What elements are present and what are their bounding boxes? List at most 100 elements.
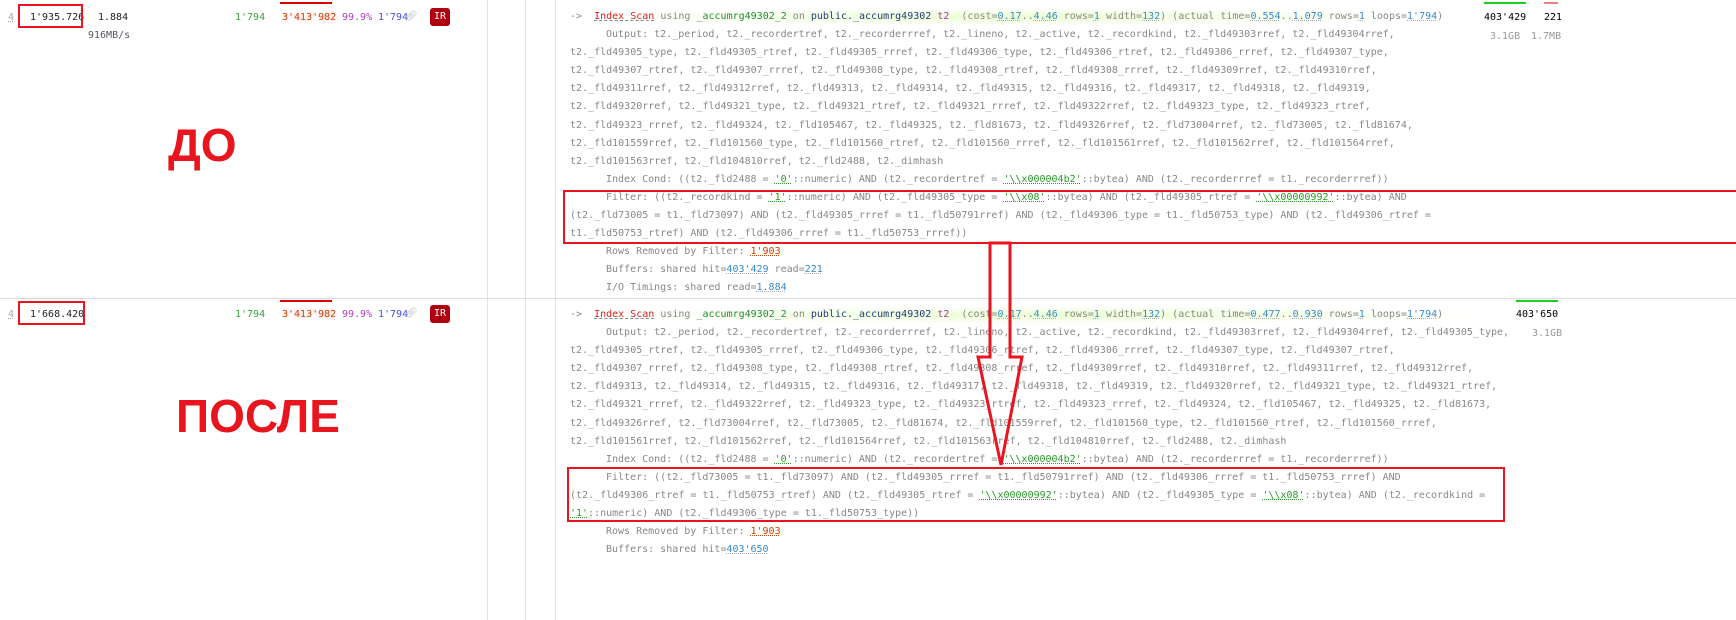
plan-num-token[interactable]: 1.884: [757, 282, 787, 293]
plan-text-token: ::bytea) AND (t2._recorderrref = t1._rec…: [1081, 173, 1389, 185]
plan-num-token[interactable]: 221: [805, 264, 823, 275]
plan-text-token: ): [1437, 11, 1444, 22]
read-bar: [1544, 2, 1558, 4]
plan-detail-line: t2._fld101563rref, t2._fld104810rref, t2…: [570, 153, 1443, 171]
plan-redn-token[interactable]: 1'903: [751, 526, 781, 537]
plan-detail-line: t2._fld49305_type, t2._fld49305_rtref, t…: [570, 44, 1443, 62]
io-rate: 916MB/s: [88, 30, 131, 41]
plan-lit-token[interactable]: '0': [775, 454, 793, 465]
plan-text-token: rows=: [1322, 309, 1359, 320]
plan-text-token: t2._fld49323_rrref, t2._fld49324, t2._fl…: [570, 119, 1413, 131]
plan-text-token: I/O Timings: shared read=: [606, 282, 757, 294]
plan-detail-line: t2._fld49311rref, t2._fld49312rref, t2._…: [570, 80, 1443, 98]
plan-text-token: ..: [1280, 11, 1293, 22]
plan-text-token: rows=: [1322, 11, 1359, 22]
plan-lit-token[interactable]: '0': [775, 174, 793, 185]
plan-text-token: t2._fld101561rref, t2._fld101562rref, t2…: [570, 435, 1287, 447]
plan-num-token[interactable]: 1'794: [1407, 11, 1437, 22]
plan-node-header: -> Index Scan using _accumrg49302_2 on p…: [570, 8, 1444, 27]
index-scan-badge: IR: [430, 8, 450, 26]
row-number[interactable]: 4: [8, 12, 14, 23]
plan-text-token: ): [1437, 309, 1444, 320]
highlight-box: [18, 4, 83, 28]
plan-text-token: Index Cond: ((t2._fld2488 =: [606, 453, 775, 465]
plan-text-token: t2._fld101559rref, t2._fld101560_type, t…: [570, 137, 1395, 149]
plan-text-token: Buffers: shared hit=: [606, 264, 727, 276]
plan-text-token: Output: t2._period, t2._recordertref, t2…: [606, 327, 1510, 339]
loops: 1'794: [235, 309, 266, 320]
plan-text-token: t2._fld49307_rtref, t2._fld49307_rrref, …: [570, 65, 1377, 77]
plan-text-token: ..: [1280, 309, 1293, 320]
plan-detail-line: Rows Removed by Filter: 1'903: [570, 523, 1509, 541]
plan-node-after[interactable]: 4 1'668.420 1'794 3'413'982 99.9% 1'794 …: [0, 299, 1736, 620]
percent: 99.9%: [342, 12, 373, 23]
plan-text-token: (cost=: [949, 11, 998, 22]
rows-out: 1'794: [378, 12, 409, 23]
index-scan-badge: IR: [430, 305, 450, 323]
plan-detail-line: Output: t2._period, t2._recordertref, t2…: [570, 26, 1443, 44]
plan-num-token[interactable]: 1'794: [1407, 309, 1437, 320]
plan-num-token[interactable]: 0.554: [1250, 11, 1280, 22]
plan-text-token: using: [654, 11, 697, 22]
plan-num-token[interactable]: 403'429: [726, 264, 768, 275]
filter-highlight-box: [563, 190, 1736, 244]
plan-num-token[interactable]: 132: [1142, 11, 1160, 22]
rows-bar: [280, 300, 332, 302]
plan-num-token[interactable]: 0.930: [1293, 309, 1323, 320]
plan-alias-token: t2: [931, 11, 950, 22]
plan-detail-line: Index Cond: ((t2._fld2488 = '0'::numeric…: [570, 171, 1443, 189]
row-number[interactable]: 4: [8, 309, 14, 320]
plan-text-token: using: [654, 309, 697, 320]
plan-num-token[interactable]: 0.477: [1250, 309, 1280, 320]
rows-bar: [280, 2, 332, 4]
plan-text-token: Index Cond: ((t2._fld2488 =: [606, 173, 775, 185]
plan-num-token[interactable]: 4.46: [1034, 11, 1058, 22]
plan-idx-token: _accumrg49302_2: [696, 11, 787, 22]
plan-text-token: ) (actual time=: [1160, 309, 1251, 320]
plan-text-token: on: [786, 11, 811, 22]
plan-text-token: t2._fld49320rref, t2._fld49321_type, t2.…: [570, 101, 1371, 113]
plan-text-token: loops=: [1364, 11, 1408, 22]
plan-redn-token[interactable]: 1'903: [751, 246, 781, 257]
down-arrow-icon: [976, 241, 1024, 466]
read-size: 1.7MB: [1531, 31, 1562, 42]
plan-detail-line: t2._fld49323_rrref, t2._fld49324, t2._fl…: [570, 117, 1443, 135]
loops: 1'794: [235, 12, 266, 23]
plan-text-token: ->: [570, 309, 595, 320]
plan-text-token: Rows Removed by Filter:: [606, 526, 751, 538]
plan-idx-token: _accumrg49302_2: [696, 309, 787, 320]
plan-detail-line: t2._fld49320rref, t2._fld49321_type, t2.…: [570, 98, 1443, 116]
plan-node-before[interactable]: 4 1'935.726 1.884 916MB/s 1'794 3'413'98…: [0, 0, 1736, 298]
plan-op-token[interactable]: Index Scan: [594, 309, 654, 320]
plan-text-token: width=: [1099, 11, 1143, 22]
plan-tbl-token: public._accumrg49302: [810, 309, 932, 320]
filter-highlight-box: [567, 467, 1505, 522]
hit-bar: [1516, 300, 1558, 302]
plan-text-token: ) (actual time=: [1160, 11, 1251, 22]
plan-text-token: ::bytea) AND (t2._recorderrref = t1._rec…: [1081, 453, 1389, 465]
plan-lit-token[interactable]: '\\x000004b2': [1003, 174, 1081, 185]
plan-detail-line: Buffers: shared hit=403'650: [570, 541, 1509, 559]
plan-op-token[interactable]: Index Scan: [594, 11, 654, 22]
rows-total: 3'413'982: [282, 12, 337, 23]
plan-num-token[interactable]: 1.079: [1293, 11, 1323, 22]
plan-text-token: rows=: [1057, 11, 1094, 22]
shared-hit: 403'429: [1484, 12, 1527, 23]
hit-bar: [1484, 2, 1526, 4]
plan-text-token: loops=: [1364, 309, 1408, 320]
link-icon[interactable]: 🔗︎: [405, 308, 418, 319]
rows-total: 3'413'982: [282, 309, 337, 320]
plan-detail-line: t2._fld101559rref, t2._fld101560_type, t…: [570, 135, 1443, 153]
plan-text-token: ->: [570, 11, 595, 22]
after-label: ПОСЛЕ: [176, 390, 340, 442]
plan-num-token[interactable]: 132: [1142, 309, 1160, 320]
plan-text-token: ::numeric) AND (t2._recordertref =: [792, 173, 1004, 185]
plan-text-token: read=: [768, 264, 805, 276]
shared-read: 221: [1544, 12, 1563, 23]
hit-size: 3.1GB: [1532, 328, 1563, 339]
plan-num-token[interactable]: 403'650: [726, 544, 768, 555]
plan-text-token: width=: [1099, 309, 1143, 320]
plan-num-token[interactable]: 0.17: [998, 11, 1022, 22]
plan-text-token: Output: t2._period, t2._recordertref, t2…: [606, 29, 1395, 41]
link-icon[interactable]: 🔗︎: [405, 11, 418, 22]
